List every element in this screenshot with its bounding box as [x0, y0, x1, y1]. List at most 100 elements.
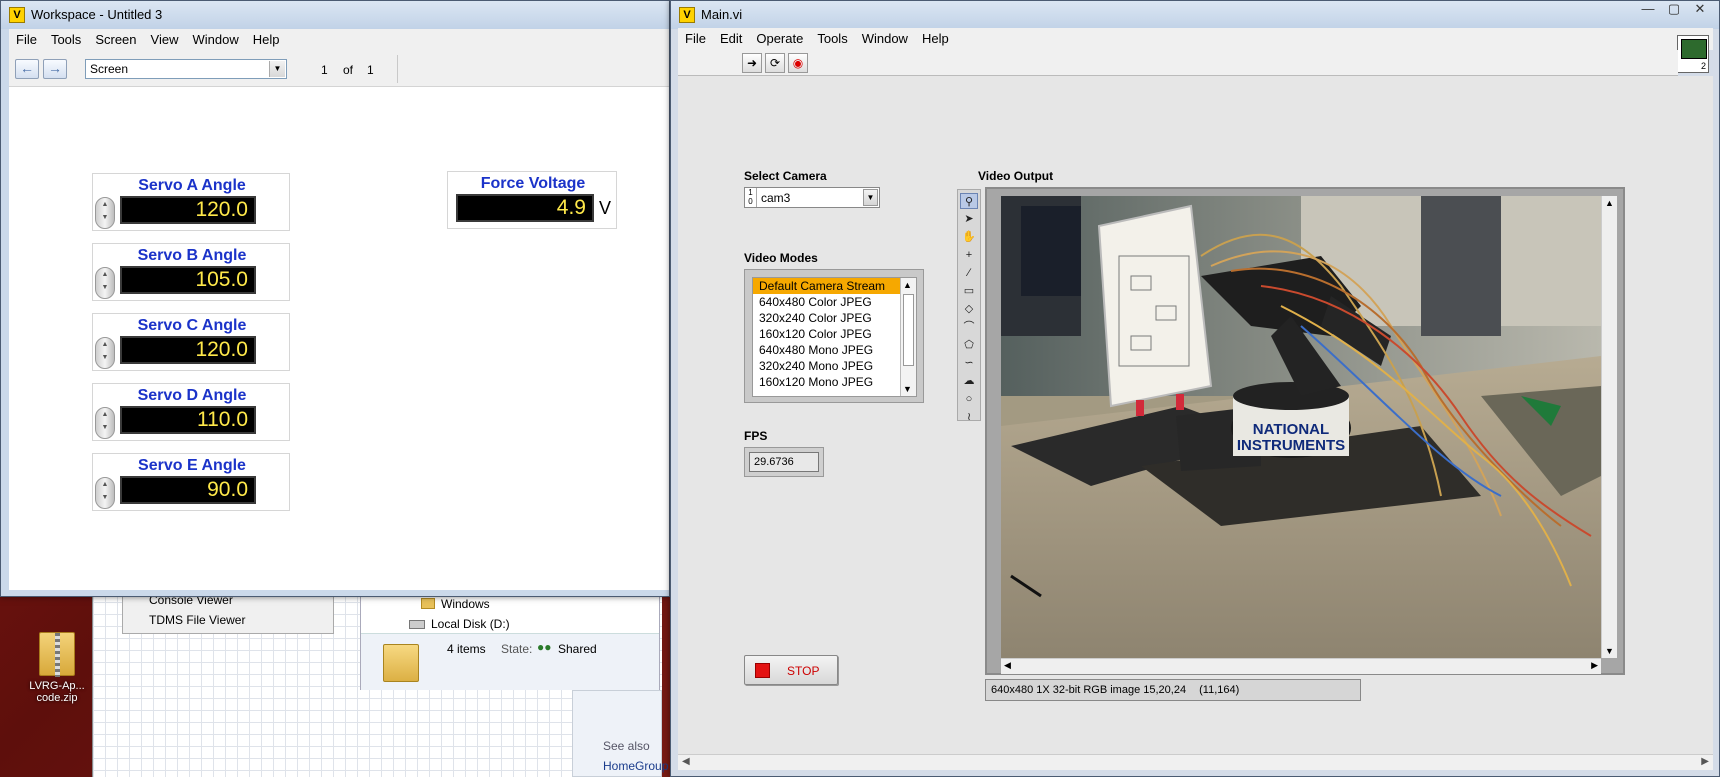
page-total: 1	[367, 63, 374, 77]
chevron-down-icon[interactable]: ▼	[863, 189, 878, 206]
scroll-down-icon[interactable]: ▼	[1605, 646, 1614, 656]
list-item[interactable]: 160x120 Color JPEG	[753, 326, 916, 342]
forward-arrow-icon[interactable]: →	[43, 59, 67, 79]
list-item-selected[interactable]: Default Camera Stream	[753, 278, 916, 294]
freehand-region-icon[interactable]: ☁	[960, 373, 978, 389]
homegroup-link[interactable]: HomeGroup	[603, 759, 668, 773]
force-voltage-indicator: Force Voltage 4.9 V	[447, 171, 617, 229]
image-tools-palette: ⚲ ➤ ✋ + ∕ ▭ ◇ ⌒ ⬠ ∽ ☁ ○ ≀	[957, 189, 981, 423]
list-item[interactable]: 160x120 Mono JPEG	[753, 374, 916, 390]
stop-square-icon	[755, 663, 770, 678]
line-icon[interactable]: ∕	[960, 265, 978, 281]
rectangle-icon[interactable]: ▭	[960, 283, 978, 299]
explorer-details-pane: 4 items State: ●● Shared	[361, 633, 659, 690]
scroll-right-icon[interactable]: ▶	[1701, 756, 1709, 767]
back-arrow-icon[interactable]: ←	[15, 59, 39, 79]
servo-a-control: Servo A Angle ▲ ▼ 120.0	[92, 173, 290, 231]
vi-connector-icon[interactable]: 2	[1677, 35, 1709, 73]
scroll-down-icon[interactable]: ▼	[903, 384, 912, 394]
servo-b-spinner[interactable]: ▲ ▼	[95, 267, 115, 299]
list-item[interactable]: 640x480 Mono JPEG	[753, 342, 916, 358]
scroll-right-icon[interactable]: ▶	[1591, 660, 1598, 671]
force-voltage-unit: V	[599, 198, 612, 218]
close-icon[interactable]: ✕	[1687, 1, 1713, 19]
image-info: 640x480 1X 32-bit RGB image 15,20,24	[991, 684, 1187, 696]
image-vertical-scrollbar[interactable]: ▲ ▼	[1601, 196, 1617, 658]
polygon-icon[interactable]: ⬠	[960, 337, 978, 353]
camera-image[interactable]: NATIONAL INSTRUMENTS	[1001, 196, 1601, 658]
video-modes-label: Video Modes	[744, 251, 818, 265]
servo-e-value[interactable]: 90.0	[120, 476, 256, 504]
scroll-up-icon[interactable]: ▲	[1605, 198, 1614, 208]
scroll-left-icon[interactable]: ◀	[682, 756, 690, 767]
ring-indicator-icon: 10	[745, 188, 757, 207]
menu-view[interactable]: View	[144, 29, 186, 47]
menu-item-tdms-file-viewer[interactable]: TDMS File Viewer	[123, 611, 333, 631]
vi-icon-number: 2	[1700, 61, 1706, 71]
menu-file[interactable]: File	[678, 28, 713, 46]
broken-line-icon[interactable]: ≀	[960, 409, 978, 425]
explorer-item-local-disk[interactable]: Local Disk (D:)	[409, 617, 510, 631]
oval-icon[interactable]: ○	[960, 391, 978, 407]
chevron-down-icon[interactable]: ▼	[269, 61, 285, 77]
force-voltage-label: Force Voltage	[480, 175, 586, 192]
menu-screen[interactable]: Screen	[88, 29, 143, 47]
desktop-zip-file[interactable]: LVRG-Ap... code.zip	[22, 632, 92, 704]
workspace-titlebar[interactable]: V Workspace - Untitled 3	[1, 1, 669, 29]
servo-d-spinner[interactable]: ▲ ▼	[95, 407, 115, 439]
menu-help[interactable]: Help	[246, 29, 287, 47]
camera-select[interactable]: 10 cam3 ▼	[744, 187, 880, 208]
servo-b-value[interactable]: 105.0	[120, 266, 256, 294]
servo-d-value[interactable]: 110.0	[120, 406, 256, 434]
image-horizontal-scrollbar[interactable]: ◀ ▶	[1001, 658, 1601, 674]
servo-a-value[interactable]: 120.0	[120, 196, 256, 224]
minimize-icon[interactable]: —	[1635, 1, 1661, 19]
listbox-scrollbar[interactable]: ▲ ▼	[900, 278, 916, 396]
scroll-thumb[interactable]	[903, 294, 914, 366]
scroll-left-icon[interactable]: ◀	[1004, 660, 1011, 671]
annulus-icon[interactable]: ⌒	[960, 319, 978, 335]
abort-execution-icon[interactable]: ◉	[788, 53, 808, 73]
force-voltage-value: 4.9	[456, 194, 594, 222]
pan-hand-icon[interactable]: ✋	[960, 229, 978, 245]
menu-window[interactable]: Window	[185, 29, 245, 47]
menu-edit[interactable]: Edit	[713, 28, 749, 46]
run-arrow-icon[interactable]: ➜	[742, 53, 762, 73]
menu-file[interactable]: File	[9, 29, 44, 47]
servo-a-spinner[interactable]: ▲ ▼	[95, 197, 115, 229]
servo-c-value[interactable]: 120.0	[120, 336, 256, 364]
pointer-icon[interactable]: ➤	[960, 211, 978, 227]
menu-help[interactable]: Help	[915, 28, 956, 46]
workspace-title: Workspace - Untitled 3	[31, 7, 163, 22]
menu-window[interactable]: Window	[855, 28, 915, 46]
front-panel-horizontal-scrollbar[interactable]: ◀ ▶	[678, 754, 1713, 770]
camera-value: cam3	[761, 191, 791, 205]
crosshair-icon[interactable]: +	[960, 247, 978, 263]
stop-button[interactable]: STOP	[744, 655, 838, 685]
zoom-icon[interactable]: ⚲	[960, 193, 978, 209]
menu-tools[interactable]: Tools	[44, 29, 88, 47]
scroll-up-icon[interactable]: ▲	[903, 280, 912, 290]
freehand-line-icon[interactable]: ∽	[960, 355, 978, 371]
run-continuously-icon[interactable]: ⟳	[765, 53, 785, 73]
menu-tools[interactable]: Tools	[810, 28, 854, 46]
list-item[interactable]: 640x480 Color JPEG	[753, 294, 916, 310]
list-item[interactable]: 320x240 Color JPEG	[753, 310, 916, 326]
workspace-canvas: Servo A Angle ▲ ▼ 120.0 Servo B Angle ▲ ▼ …	[9, 87, 669, 590]
rotated-rectangle-icon[interactable]: ◇	[960, 301, 978, 317]
video-output-label: Video Output	[978, 169, 1054, 183]
servo-c-spinner[interactable]: ▲ ▼	[95, 337, 115, 369]
main-vi-menubar: File Edit Operate Tools Window Help	[678, 28, 1713, 50]
background-side-panel: See also HomeGroup	[572, 690, 668, 777]
workspace-toolbar: ← → Screen ▼ 1 of 1	[9, 51, 669, 87]
list-item[interactable]: 320x240 Mono JPEG	[753, 358, 916, 374]
servo-c-control: Servo C Angle ▲ ▼ 120.0	[92, 313, 290, 371]
explorer-item-windows[interactable]: Windows	[421, 597, 490, 611]
screen-select[interactable]: Screen ▼	[85, 59, 287, 79]
zip-file-label: LVRG-Ap... code.zip	[29, 680, 85, 704]
main-vi-titlebar[interactable]: V Main.vi — ▢ ✕	[671, 1, 1719, 29]
items-count: 4 items	[447, 642, 486, 656]
servo-e-spinner[interactable]: ▲ ▼	[95, 477, 115, 509]
maximize-icon[interactable]: ▢	[1661, 1, 1687, 19]
menu-operate[interactable]: Operate	[749, 28, 810, 46]
